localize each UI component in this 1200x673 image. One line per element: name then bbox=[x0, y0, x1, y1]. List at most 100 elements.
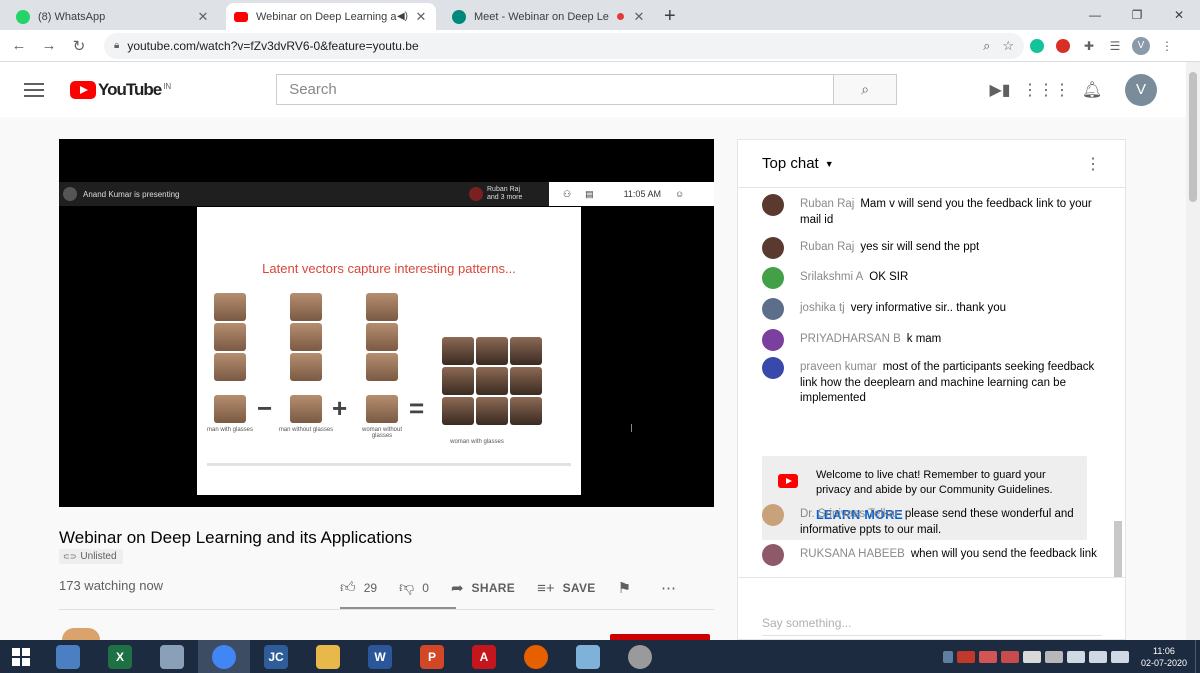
account-avatar[interactable]: V bbox=[1125, 73, 1157, 106]
search-input[interactable]: Search bbox=[276, 74, 835, 105]
reload-button[interactable]: ↻ bbox=[64, 37, 94, 55]
channel-avatar[interactable] bbox=[62, 628, 100, 640]
apps-grid-icon[interactable]: ⋮⋮⋮ bbox=[1022, 80, 1070, 100]
show-desktop-button[interactable] bbox=[1195, 640, 1200, 673]
search-button[interactable]: ⌕ bbox=[834, 74, 898, 105]
taskbar-powerpoint[interactable]: P bbox=[406, 640, 458, 673]
more-horizontal-icon: ⋯ bbox=[661, 580, 677, 597]
chat-author[interactable]: Ruban Raj bbox=[800, 198, 854, 210]
tab-title: Webinar on Deep Learning a bbox=[256, 10, 397, 23]
tab-meet[interactable]: Meet - Webinar on Deep Le ✕ bbox=[444, 3, 654, 30]
chat-author[interactable]: joshika tj bbox=[800, 302, 845, 314]
slide-footnote bbox=[207, 463, 571, 466]
taskbar-excel[interactable]: X bbox=[94, 640, 146, 673]
lock-icon[interactable]: 🔒︎ bbox=[114, 40, 119, 51]
chat-author[interactable]: Srilakshmi A bbox=[800, 271, 863, 283]
page-scrollbar[interactable] bbox=[1186, 62, 1200, 640]
dislike-count: 0 bbox=[422, 581, 429, 595]
address-bar[interactable]: 🔒︎ youtube.com/watch?v=fZv3dvRV6-0&featu… bbox=[104, 32, 1024, 59]
create-video-icon[interactable]: ▶▮ bbox=[977, 80, 1023, 100]
caption-man-with-glasses: man with glasses bbox=[206, 427, 254, 433]
thumbs-down-icon: 👎︎ bbox=[399, 579, 415, 596]
network-icon[interactable] bbox=[1088, 650, 1107, 663]
youtube-logo[interactable]: YouTube IN bbox=[70, 80, 171, 100]
chrome-menu-icon[interactable]: ⋮ bbox=[1154, 33, 1180, 59]
tray-chevron-icon[interactable] bbox=[942, 650, 953, 663]
video-player[interactable]: Anand Kumar is presenting Ruban Raj and … bbox=[59, 139, 714, 507]
face-grid-woman-glasses bbox=[442, 337, 542, 425]
dislike-button[interactable]: 👎︎ 0 bbox=[399, 579, 429, 597]
taskbar-acrobat[interactable]: A bbox=[458, 640, 510, 673]
taskbar-explorer[interactable] bbox=[302, 640, 354, 673]
powerpoint-icon: P bbox=[420, 644, 444, 669]
meet-toolbar: ⚇ ▤ 11:05 AM ☺ bbox=[549, 182, 714, 206]
tab-whatsapp[interactable]: (8) WhatsApp ✕ bbox=[8, 3, 218, 30]
chat-input[interactable]: Say something... bbox=[762, 610, 1102, 636]
speaker-icon[interactable]: ◀) bbox=[397, 11, 408, 22]
equals-symbol: = bbox=[409, 393, 425, 423]
chat-author[interactable]: praveen kumar bbox=[800, 361, 877, 373]
save-button[interactable]: ≡+ SAVE bbox=[537, 580, 596, 597]
new-tab-button[interactable]: + bbox=[664, 3, 676, 30]
recording-extension-icon[interactable] bbox=[1050, 33, 1076, 59]
tab-youtube[interactable]: Webinar on Deep Learning a ◀) ✕ bbox=[226, 3, 436, 30]
chat-mode-dropdown[interactable]: Top chat bbox=[762, 155, 819, 172]
notifications-bell-icon[interactable]: 🔔︎ bbox=[1069, 80, 1115, 100]
bookmark-star-icon[interactable]: ☆ bbox=[1002, 38, 1014, 54]
flag-icon: ⚑ bbox=[617, 580, 632, 597]
chat-author[interactable]: Ruban Raj bbox=[800, 241, 854, 253]
taskbar-media[interactable] bbox=[614, 640, 666, 673]
taskbar-paint[interactable] bbox=[146, 640, 198, 673]
avatar bbox=[762, 194, 784, 216]
chat-author[interactable]: RUKSANA HABEEB bbox=[800, 548, 905, 560]
scrollbar-thumb[interactable] bbox=[1189, 72, 1197, 202]
url-text[interactable]: youtube.com/watch?v=fZv3dvRV6-0&feature=… bbox=[127, 39, 971, 53]
taskbar-word[interactable]: W bbox=[354, 640, 406, 673]
profile-button[interactable]: V bbox=[1128, 33, 1154, 59]
divider bbox=[59, 609, 714, 610]
taskbar-app-jc[interactable]: JC bbox=[250, 640, 302, 673]
meet-icon bbox=[452, 9, 466, 24]
like-button[interactable]: 👍︎ 29 bbox=[340, 579, 377, 597]
close-icon[interactable]: ✕ bbox=[414, 9, 428, 25]
forward-button[interactable]: → bbox=[34, 37, 64, 54]
share-button[interactable]: ➦ SHARE bbox=[451, 579, 515, 597]
zoom-icon[interactable]: ⌕ bbox=[983, 38, 990, 54]
system-clock[interactable]: 11:06 02-07-2020 bbox=[1141, 645, 1187, 669]
minimize-button[interactable]: — bbox=[1074, 0, 1116, 30]
scrollbar-thumb[interactable] bbox=[1114, 521, 1122, 577]
video-actions: 👍︎ 29 👎︎ 0 ➦ SHARE ≡+ SAVE ⚑ ⋯ bbox=[340, 578, 714, 598]
taskbar-notes[interactable] bbox=[562, 640, 614, 673]
tray-app-icon[interactable] bbox=[1022, 650, 1041, 663]
tray-app-icon[interactable] bbox=[1000, 650, 1019, 663]
chat-scrollbar[interactable] bbox=[1111, 189, 1125, 577]
grammarly-extension-icon[interactable] bbox=[1024, 33, 1050, 59]
close-icon[interactable]: ✕ bbox=[632, 9, 646, 25]
close-window-button[interactable]: ✕ bbox=[1158, 0, 1200, 30]
presenter-avatar bbox=[63, 187, 77, 201]
taskbar-firefox[interactable] bbox=[510, 640, 562, 673]
tray-app-icon[interactable] bbox=[1044, 650, 1063, 663]
avatar bbox=[762, 544, 784, 566]
start-button[interactable] bbox=[0, 647, 42, 666]
close-icon[interactable]: ✕ bbox=[196, 9, 210, 25]
back-button[interactable]: ← bbox=[4, 37, 34, 54]
tray-app-icon[interactable] bbox=[978, 650, 997, 663]
chat-message: PRIYADHARSAN B k mam bbox=[762, 329, 1102, 351]
chevron-down-icon[interactable]: ▼ bbox=[825, 159, 834, 169]
taskbar-app-3d[interactable] bbox=[42, 640, 94, 673]
volume-icon[interactable] bbox=[1066, 650, 1085, 663]
taskbar-chrome[interactable] bbox=[198, 640, 250, 673]
extensions-puzzle-icon[interactable]: ✚ bbox=[1076, 33, 1102, 59]
maximize-button[interactable]: ❐ bbox=[1116, 0, 1158, 30]
more-vertical-icon[interactable]: ⋮ bbox=[1085, 154, 1101, 174]
chat-author[interactable]: PRIYADHARSAN B bbox=[800, 333, 901, 345]
more-actions-button[interactable]: ⋯ bbox=[661, 579, 684, 597]
tray-app-icon[interactable] bbox=[956, 650, 975, 663]
chat-author[interactable]: Dr. Srinivaas Telkar bbox=[800, 508, 899, 520]
reading-list-icon[interactable]: ☰ bbox=[1102, 33, 1128, 59]
report-button[interactable]: ⚑ bbox=[618, 579, 639, 597]
menu-icon[interactable] bbox=[24, 79, 44, 101]
power-icon[interactable] bbox=[1110, 650, 1129, 663]
firefox-icon bbox=[524, 644, 548, 669]
